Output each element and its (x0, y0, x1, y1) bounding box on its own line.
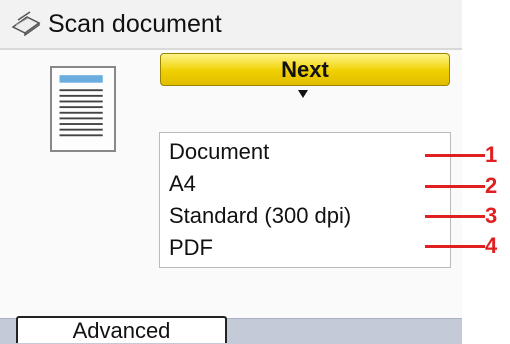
callout-number: 3 (485, 203, 498, 228)
callout-number: 2 (485, 173, 498, 198)
page-title: Scan document (48, 10, 222, 38)
setting-file-format[interactable]: PDF (169, 235, 213, 261)
callout-line (425, 245, 485, 248)
document-icon (50, 66, 116, 152)
setting-document-type[interactable]: Document (169, 139, 269, 165)
setting-resolution[interactable]: Standard (300 dpi) (169, 203, 351, 229)
triangle-down-icon (298, 90, 308, 98)
callout-line (425, 154, 485, 157)
callout-line (425, 215, 485, 218)
callout-number: 4 (485, 233, 498, 258)
callout-number: 1 (485, 142, 498, 167)
settings-list[interactable]: Document A4 Standard (300 dpi) PDF (159, 132, 451, 268)
advanced-button[interactable]: Advanced (16, 316, 227, 343)
callout-line (425, 185, 485, 188)
next-button[interactable]: Next (160, 53, 450, 86)
scanner-icon (11, 11, 41, 36)
title-bar: Scan document (0, 0, 462, 50)
setting-paper-size[interactable]: A4 (169, 171, 196, 197)
